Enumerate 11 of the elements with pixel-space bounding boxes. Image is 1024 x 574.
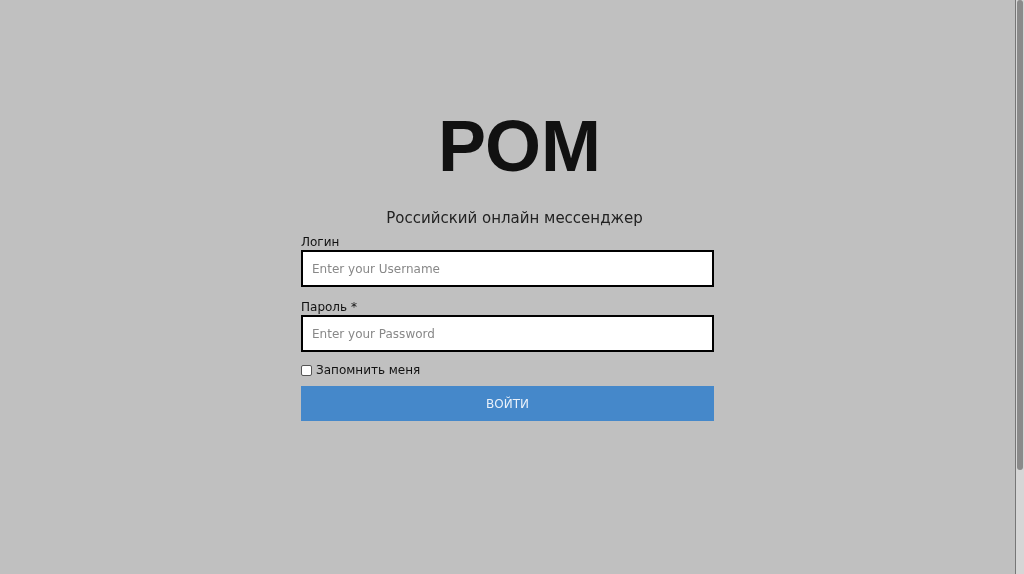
scrollbar[interactable]: [1015, 0, 1024, 574]
input-field[interactable]: Enter your Password: [301, 315, 714, 352]
input-field[interactable]: Enter your Username: [301, 250, 714, 287]
field-label: Пароль *: [301, 299, 358, 315]
app-title: РОМ: [436, 108, 602, 184]
scrollbar-thumb[interactable]: [1017, 0, 1023, 470]
field-label: Логин: [301, 234, 341, 250]
login-button[interactable]: ВОЙТИ: [301, 386, 714, 421]
checkbox-label: Запомнить меня: [316, 363, 421, 377]
app-subtitle: Российский онлайн мессенджер: [385, 208, 643, 228]
checkbox[interactable]: [301, 364, 312, 376]
